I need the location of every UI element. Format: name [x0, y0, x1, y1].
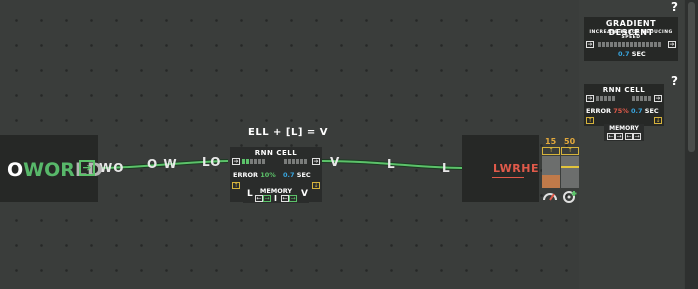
rnn-formula: ELL + [L] = V: [248, 127, 329, 138]
gradient-time-unit: SEC: [631, 50, 646, 58]
arrow-left-icon: ←: [608, 133, 614, 140]
rnn-memory-mid: I: [274, 194, 277, 203]
rnn-card-input-port[interactable]: ➔: [586, 95, 594, 102]
rnn-card-memory-box[interactable]: MEMORY ← → ← →: [604, 124, 644, 141]
arrow-up-icon: ↑: [587, 117, 593, 124]
rnn-error-label: ERROR: [233, 171, 258, 179]
arrow-right-icon: ➔: [313, 158, 319, 165]
rnn-card-mem-port-4[interactable]: →: [633, 133, 641, 140]
target-add-icon[interactable]: [561, 189, 579, 203]
rnn-up-button[interactable]: ↑: [232, 182, 240, 189]
rnn-memory-left: L: [247, 189, 253, 199]
meter-right-up-button[interactable]: ↑: [561, 147, 579, 155]
rnn-down-button[interactable]: ↓: [312, 182, 320, 189]
arrow-right-icon: →: [264, 195, 270, 202]
rnn-card-error-value: 75%: [613, 107, 629, 115]
rnn-memory-box[interactable]: MEMORY L I V ← → ← →: [243, 186, 309, 203]
arrow-left-icon: ←: [256, 195, 262, 202]
rnn-card-input-bar: [596, 96, 616, 102]
wire-label-6: L: [442, 161, 451, 175]
arrow-right-icon: ➔: [233, 158, 239, 165]
gauge-icon[interactable]: [541, 189, 559, 203]
rnn-card-down-button[interactable]: ↓: [654, 117, 662, 124]
gradient-output-port[interactable]: ➔: [668, 41, 676, 48]
rnn-time-stat: 0.7 SEC: [283, 171, 311, 179]
meter-left: [542, 156, 560, 188]
meter-right: [561, 156, 579, 188]
meter-right-value: 50: [564, 137, 576, 146]
input-word-part-2: WOR: [23, 159, 75, 181]
rnn-time-value: 0.7: [283, 171, 295, 179]
memory-right-port[interactable]: ←: [281, 195, 289, 202]
input-output-port[interactable]: ➔: [79, 160, 95, 176]
arrow-right-icon: ➔: [669, 41, 675, 48]
rnn-card-title: RNN CELL: [602, 86, 646, 94]
rnn-card-up-button[interactable]: ↑: [586, 117, 594, 124]
rnn-card-mem-port-2[interactable]: →: [615, 133, 623, 140]
wire-label-4: V: [330, 155, 341, 169]
wire-label-3: LO: [202, 155, 222, 169]
rnn-card-output-bar: [632, 96, 652, 102]
gradient-card-subtitle: INCREASE ERROR REDUCING SPEED: [589, 30, 673, 40]
rnn-cell-card[interactable]: RNN CELL ➔ ➔ ERROR 75% 0.7 SEC ↑ ↓: [584, 84, 664, 126]
rnn-output-bar: [284, 159, 308, 165]
arrow-up-icon: ↑: [233, 182, 239, 189]
wire-label-1: WO: [99, 161, 125, 175]
rnn-error-value: 10%: [260, 171, 276, 179]
rnn-card-memory-label: MEMORY: [609, 125, 639, 132]
output-underline: [492, 177, 524, 178]
panel-scrollbar-thumb[interactable]: [688, 2, 695, 152]
arrow-up-icon: ↑: [567, 147, 573, 154]
arrow-down-icon: ↓: [655, 117, 661, 124]
rnn-card-output-port[interactable]: ➔: [654, 95, 662, 102]
arrow-right-icon: →: [616, 133, 622, 140]
rnn-card-mem-port-1[interactable]: ←: [607, 133, 615, 140]
rnn-cell-title: RNN CELL: [254, 149, 298, 157]
arrow-right-icon: ➔: [655, 95, 661, 102]
gradient-bar: [598, 42, 662, 48]
arrow-up-icon: ↑: [548, 147, 554, 154]
rnn-card-error-stat: ERROR 75%: [586, 107, 629, 115]
meter-right-marker: [561, 166, 579, 168]
wire-label-5: L: [387, 157, 396, 171]
arrow-left-icon: ←: [626, 133, 632, 140]
meter-left-up-button[interactable]: ↑: [542, 147, 560, 155]
rnn-card-time-value: 0.7: [631, 107, 643, 115]
gradient-time-value: 0.7: [618, 50, 630, 58]
rnn-card-mem-port-3[interactable]: ←: [625, 133, 633, 140]
arrow-right-icon: →: [290, 195, 296, 202]
rnn-time-unit: SEC: [296, 171, 311, 179]
arrow-left-icon: ←: [282, 195, 288, 202]
arrow-right-icon: ➔: [587, 95, 593, 102]
arrow-right-icon: ➔: [82, 161, 92, 174]
output-word: LWRHE: [493, 162, 539, 175]
help-icon-2[interactable]: ?: [671, 74, 678, 88]
memory-right-in-port[interactable]: →: [289, 195, 297, 202]
rnn-error-stat: ERROR 10%: [233, 171, 276, 179]
wire-label-2: O W: [147, 157, 178, 171]
meter-left-fill: [542, 175, 560, 188]
rnn-output-port[interactable]: ➔: [312, 158, 320, 165]
memory-left-in-port[interactable]: →: [263, 195, 271, 202]
arrow-down-icon: ↓: [313, 182, 319, 189]
rnn-input-port[interactable]: ➔: [232, 158, 240, 165]
gradient-input-port[interactable]: ➔: [586, 41, 594, 48]
rnn-memory-right: V: [301, 189, 308, 199]
gradient-descent-card[interactable]: GRADIENT DESCENT INCREASE ERROR REDUCING…: [584, 17, 678, 61]
gradient-time-stat: 0.7 SEC: [618, 50, 646, 58]
meter-left-value: 15: [545, 137, 557, 146]
input-word-part-1: O: [7, 159, 24, 181]
rnn-input-bar: [242, 159, 266, 165]
arrow-right-icon: →: [634, 133, 640, 140]
rnn-card-time-stat: 0.7 SEC: [631, 107, 659, 115]
arrow-right-icon: ➔: [587, 41, 593, 48]
memory-left-port[interactable]: ←: [255, 195, 263, 202]
rnn-card-time-unit: SEC: [644, 107, 659, 115]
output-node[interactable]: LWRHE: [462, 135, 539, 202]
rnn-card-error-label: ERROR: [586, 107, 611, 115]
help-icon-1[interactable]: ?: [671, 0, 678, 14]
